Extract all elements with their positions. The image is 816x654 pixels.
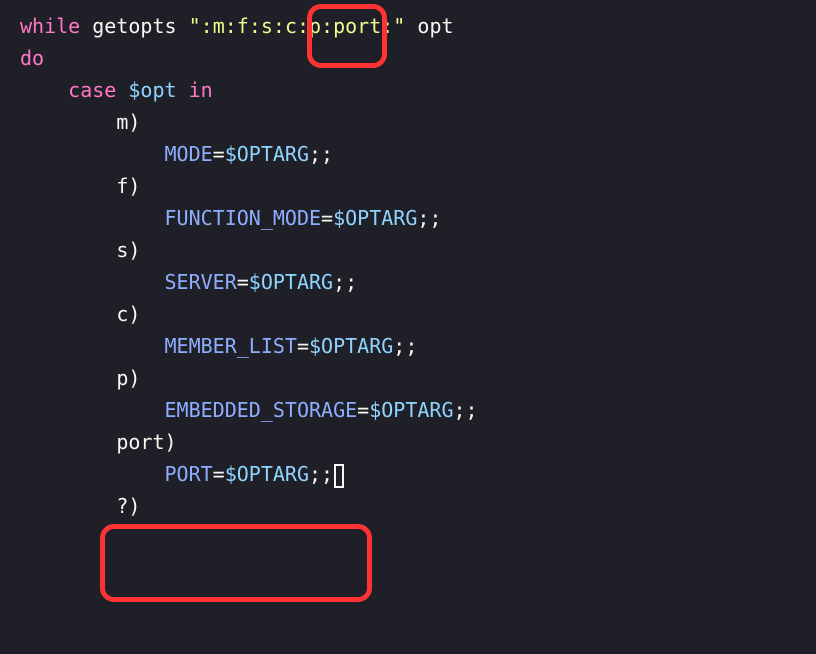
var-optarg: $OPTARG: [225, 142, 309, 166]
keyword-case: case: [68, 78, 116, 102]
token-casevar: $opt: [128, 78, 176, 102]
var-optarg: $OPTARG: [369, 398, 453, 422]
var-server: SERVER: [165, 270, 237, 294]
var-optarg: $OPTARG: [309, 334, 393, 358]
token-optstring: ":m:f:s:c:p:port:": [189, 14, 406, 38]
code-line-while: while getopts ":m:f:s:c:p:port:" opt: [20, 10, 796, 42]
case-m: m): [116, 110, 140, 134]
keyword-while: while: [20, 14, 80, 38]
keyword-in: in: [189, 78, 213, 102]
case-f: f): [116, 174, 140, 198]
code-line-f: f): [20, 170, 796, 202]
code-line-func: FUNCTION_MODE=$OPTARG;;: [20, 202, 796, 234]
case-p: p): [116, 366, 140, 390]
code-line-p: p): [20, 362, 796, 394]
var-member: MEMBER_LIST: [165, 334, 297, 358]
text-cursor: [334, 464, 344, 488]
case-c: c): [116, 302, 140, 326]
var-func: FUNCTION_MODE: [165, 206, 322, 230]
var-port: PORT: [165, 462, 213, 486]
code-line-m: m): [20, 106, 796, 138]
var-optarg: $OPTARG: [249, 270, 333, 294]
var-mode: MODE: [165, 142, 213, 166]
case-s: s): [116, 238, 140, 262]
case-question: ?): [116, 494, 140, 518]
annotation-box-portcase: [100, 524, 372, 602]
code-line-do: do: [20, 42, 796, 74]
token-getopts: getopts: [92, 14, 176, 38]
var-optarg: $OPTARG: [225, 462, 309, 486]
case-port: port): [116, 430, 176, 454]
code-line-port: port): [20, 426, 796, 458]
var-embedded: EMBEDDED_STORAGE: [165, 398, 358, 422]
code-line-mode: MODE=$OPTARG;;: [20, 138, 796, 170]
code-line-portvar: PORT=$OPTARG;;: [20, 458, 796, 490]
code-line-s: s): [20, 234, 796, 266]
var-optarg: $OPTARG: [333, 206, 417, 230]
code-line-embedded: EMBEDDED_STORAGE=$OPTARG;;: [20, 394, 796, 426]
keyword-do: do: [20, 46, 44, 70]
code-line-server: SERVER=$OPTARG;;: [20, 266, 796, 298]
code-line-member: MEMBER_LIST=$OPTARG;;: [20, 330, 796, 362]
code-line-c: c): [20, 298, 796, 330]
code-line-case: case $opt in: [20, 74, 796, 106]
token-opt: opt: [417, 14, 453, 38]
code-line-q: ?): [20, 490, 796, 522]
